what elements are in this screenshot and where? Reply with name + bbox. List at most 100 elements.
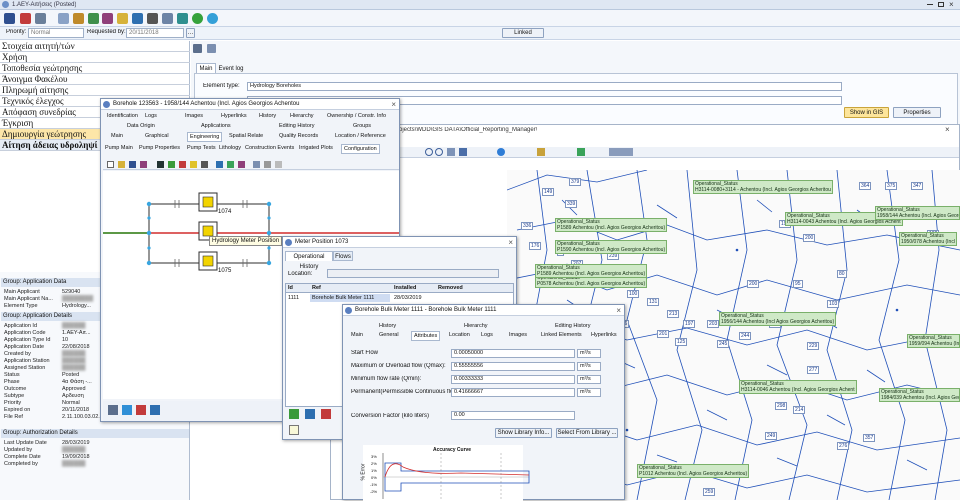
map-feature-label[interactable]: Operational_Status P1590 Achentou (Incl.… bbox=[555, 240, 668, 254]
tab-pump-properties[interactable]: Pump Properties bbox=[139, 144, 180, 152]
tab-location-reference[interactable]: Location / Reference bbox=[335, 132, 386, 140]
map-feature-label[interactable]: Operational_Status P1589 Achentou (Incl.… bbox=[555, 218, 668, 232]
edit-icon[interactable] bbox=[140, 161, 147, 168]
parcel-label[interactable]: 244 bbox=[739, 332, 752, 340]
pointer-icon[interactable] bbox=[157, 161, 164, 168]
unit-select[interactable]: m³/s bbox=[577, 375, 601, 384]
tab-ownership-constr-info[interactable]: Ownership / Constr. Info bbox=[327, 112, 386, 120]
select-library-button[interactable]: Select From Library ... bbox=[556, 428, 618, 438]
layers-icon[interactable] bbox=[577, 148, 585, 156]
conversion-field[interactable]: 0.00 bbox=[451, 411, 575, 420]
map-feature-label[interactable]: Operational_Status 1956/144 Achentou (In… bbox=[719, 312, 837, 326]
linked-button[interactable]: Linked bbox=[502, 28, 544, 38]
tab-construction-events[interactable]: Construction Events bbox=[245, 144, 294, 152]
edit-icon[interactable] bbox=[305, 409, 315, 419]
parcel-label[interactable]: 249 bbox=[765, 432, 778, 440]
parcel-label[interactable]: 103 bbox=[827, 300, 840, 308]
delete-icon[interactable] bbox=[321, 409, 331, 419]
parcel-label[interactable]: 277 bbox=[807, 366, 820, 374]
tab-history[interactable]: History bbox=[259, 112, 276, 120]
settings-icon[interactable] bbox=[264, 161, 271, 168]
tab-graphical[interactable]: Graphical bbox=[145, 132, 169, 140]
parcel-label[interactable]: 213 bbox=[667, 310, 680, 318]
parcel-label[interactable]: 245 bbox=[717, 340, 730, 348]
tab-spatial-relate[interactable]: Spatial Relate bbox=[229, 132, 263, 140]
minimize-icon[interactable] bbox=[927, 4, 933, 5]
tab-history[interactable]: History bbox=[379, 322, 396, 330]
parcel-label[interactable]: 197 bbox=[683, 320, 696, 328]
add-icon[interactable] bbox=[289, 409, 299, 419]
map-feature-label[interactable]: Operational_Status 1959/094 Achentou (In… bbox=[907, 334, 960, 348]
save-icon[interactable] bbox=[129, 161, 136, 168]
parcel-label[interactable]: 229 bbox=[807, 342, 820, 350]
close-icon[interactable]: × bbox=[949, 0, 954, 9]
grid-icon[interactable] bbox=[275, 161, 282, 168]
requested-field[interactable]: 20/11/2018 bbox=[126, 28, 184, 38]
parcel-label[interactable]: 203 bbox=[707, 320, 720, 328]
col-ref[interactable]: Ref bbox=[312, 284, 321, 292]
tab-groups[interactable]: Groups bbox=[353, 122, 371, 130]
parcel-label[interactable]: 95 bbox=[793, 280, 803, 288]
map-feature-label[interactable]: Operational_Status H3114-0080+3114 - Ach… bbox=[693, 180, 833, 194]
show-in-gis-button[interactable]: Show in GIS bbox=[844, 107, 889, 118]
tab-linked-elements[interactable]: Linked Elements bbox=[541, 331, 582, 339]
maximize-icon[interactable] bbox=[938, 2, 944, 7]
tab-editing-history[interactable]: Editing History bbox=[279, 122, 314, 130]
tab-engineering[interactable]: Engineering bbox=[187, 132, 223, 142]
tab-hyperlinks[interactable]: Hyperlinks bbox=[591, 331, 617, 339]
parcel-label[interactable]: 200 bbox=[747, 280, 760, 288]
menu-item-borehole-location[interactable]: Τοποθεσία γεώτρησης bbox=[0, 63, 190, 74]
parcel-label[interactable]: 364 bbox=[859, 182, 872, 190]
tab-irrigated-plots[interactable]: Irrigated Plots bbox=[299, 144, 333, 152]
parcel-label[interactable]: 100 bbox=[627, 290, 640, 298]
pan-icon[interactable] bbox=[447, 148, 455, 156]
priority-select[interactable]: Normal bbox=[28, 28, 84, 38]
tab-images[interactable]: Images bbox=[509, 331, 527, 339]
delete-icon[interactable] bbox=[20, 13, 31, 24]
col-id[interactable]: Id bbox=[288, 284, 293, 292]
user-icon[interactable] bbox=[88, 13, 99, 24]
export-icon[interactable] bbox=[207, 44, 216, 53]
unit-select[interactable]: m³/s bbox=[577, 349, 601, 358]
parcel-label[interactable]: 276 bbox=[837, 442, 850, 450]
link-icon[interactable] bbox=[238, 161, 245, 168]
tab-operational-history[interactable]: Operational History bbox=[285, 251, 333, 270]
tab-logs[interactable]: Logs bbox=[145, 112, 157, 120]
calendar-button[interactable]: … bbox=[186, 28, 195, 38]
parcel-label[interactable]: 200 bbox=[803, 234, 816, 242]
tab-pump-main[interactable]: Pump Main bbox=[105, 144, 133, 152]
tab-applications[interactable]: Applications bbox=[201, 122, 231, 130]
tab-main[interactable]: Main bbox=[196, 63, 216, 73]
report-icon[interactable] bbox=[162, 13, 173, 24]
tab-data-origin[interactable]: Data Origin bbox=[127, 122, 155, 130]
field-value[interactable]: 0.41666667 bbox=[451, 388, 575, 397]
table-row[interactable]: 1111 Borehole Bulk Meter 1111 28/03/2019 bbox=[286, 294, 513, 302]
tab-logs[interactable]: Logs bbox=[481, 331, 493, 339]
print-icon[interactable] bbox=[193, 44, 202, 53]
menu-item-open-file[interactable]: Άνοιγμα Φακέλου bbox=[0, 74, 190, 85]
parcel-label[interactable]: 125 bbox=[675, 338, 688, 346]
tab-location[interactable]: Location bbox=[449, 331, 470, 339]
map-icon[interactable] bbox=[136, 405, 146, 415]
tab-lithology[interactable]: Lithology bbox=[219, 144, 241, 152]
group-header-authorization[interactable]: Group: Authorization Details bbox=[1, 429, 189, 438]
parcel-label[interactable]: 298 bbox=[775, 402, 788, 410]
line-icon[interactable] bbox=[168, 161, 175, 168]
map-feature-label[interactable]: Operational_Status 1950/078 Achentou (In… bbox=[899, 232, 957, 246]
print-icon[interactable] bbox=[147, 13, 158, 24]
tab-identification[interactable]: Identification bbox=[107, 112, 138, 120]
bulk-meter-close-icon[interactable]: × bbox=[616, 306, 621, 315]
valve-icon[interactable] bbox=[201, 161, 208, 168]
cut-icon[interactable] bbox=[227, 161, 234, 168]
parcel-label[interactable]: 176 bbox=[529, 242, 542, 250]
select-icon[interactable] bbox=[459, 148, 467, 156]
tab-flows[interactable]: Flows bbox=[333, 251, 353, 261]
parcel-label[interactable]: 347 bbox=[911, 182, 924, 190]
flag-icon[interactable] bbox=[132, 13, 143, 24]
parcel-label[interactable]: 336 bbox=[521, 222, 534, 230]
parcel-label[interactable]: 131 bbox=[647, 298, 660, 306]
parcel-label[interactable]: 80 bbox=[837, 270, 847, 278]
tab-pump-tests[interactable]: Pump Tests bbox=[187, 144, 216, 152]
print-icon[interactable] bbox=[108, 405, 118, 415]
doc-icon[interactable] bbox=[58, 13, 69, 24]
